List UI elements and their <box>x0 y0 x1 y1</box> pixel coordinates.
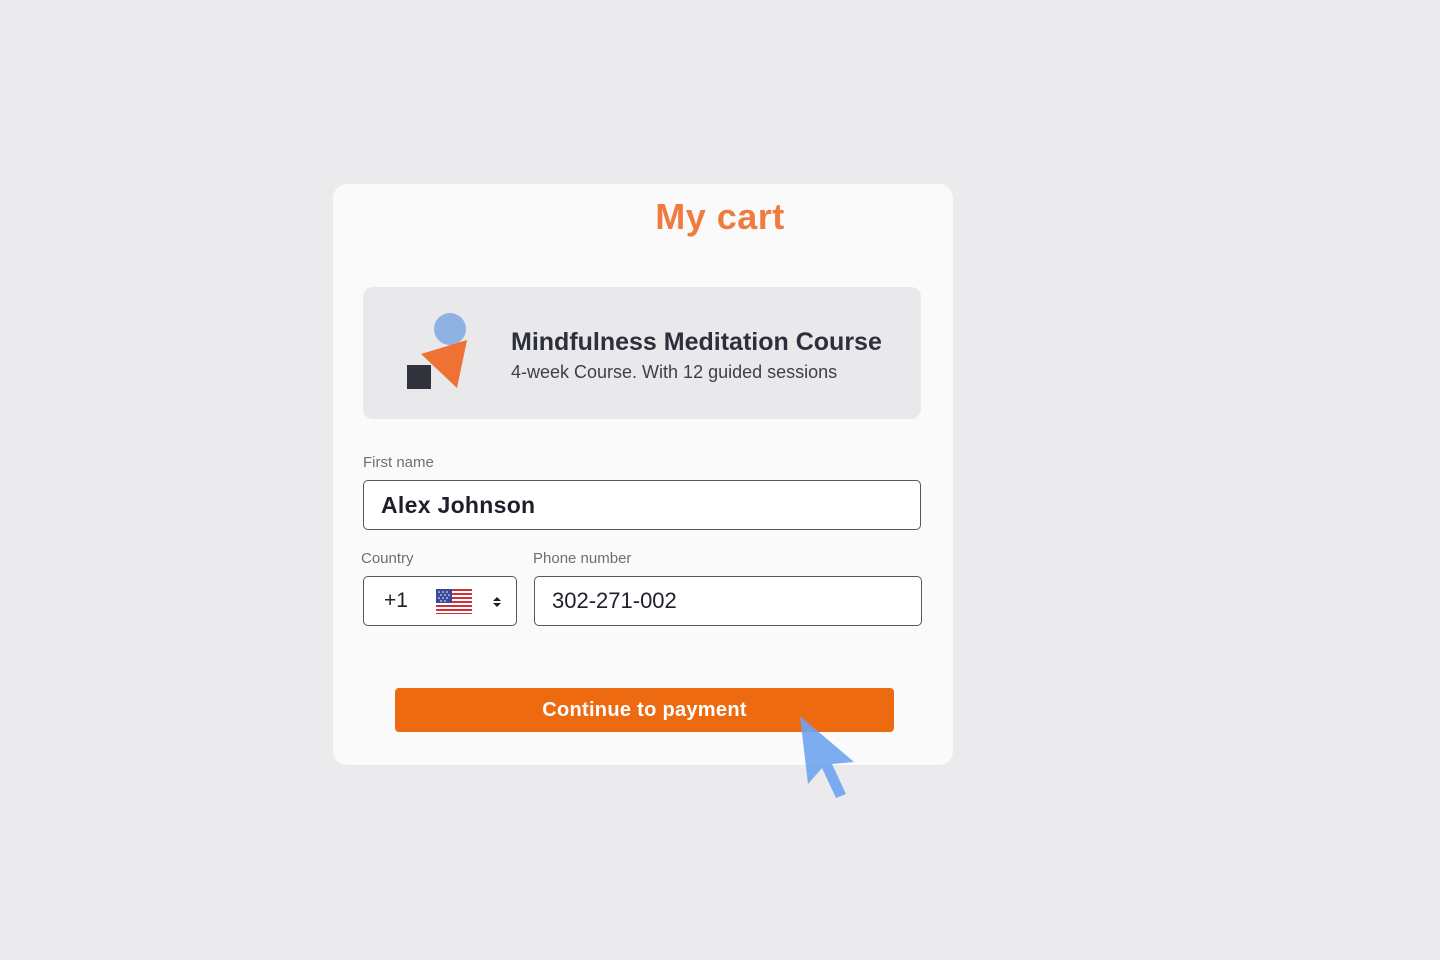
country-select[interactable]: +1 <box>363 576 517 626</box>
product-description: 4-week Course. With 12 guided sessions <box>511 362 838 382</box>
cart-card <box>333 184 953 765</box>
country-label: Country <box>361 550 414 567</box>
first-name-value: Alex Johnson <box>381 491 536 518</box>
first-name-label: First name <box>363 454 434 471</box>
product-name: Mindfulness Meditation Course <box>511 328 882 356</box>
country-code: +1 <box>384 589 408 612</box>
abstract-shapes-icon <box>407 313 467 389</box>
phone-label: Phone number <box>533 550 632 567</box>
cart-title: My cart <box>655 196 785 237</box>
us-flag-icon <box>436 589 472 614</box>
phone-number-value: 302-271-002 <box>552 588 677 613</box>
select-arrows-icon <box>493 597 501 607</box>
phone-number-field[interactable]: 302-271-002 <box>534 576 922 626</box>
page-canvas: My cart Mindfulness Meditation Course 4-… <box>0 0 1440 960</box>
first-name-field[interactable]: Alex Johnson <box>363 480 921 530</box>
cursor-arrow-icon <box>800 716 854 798</box>
